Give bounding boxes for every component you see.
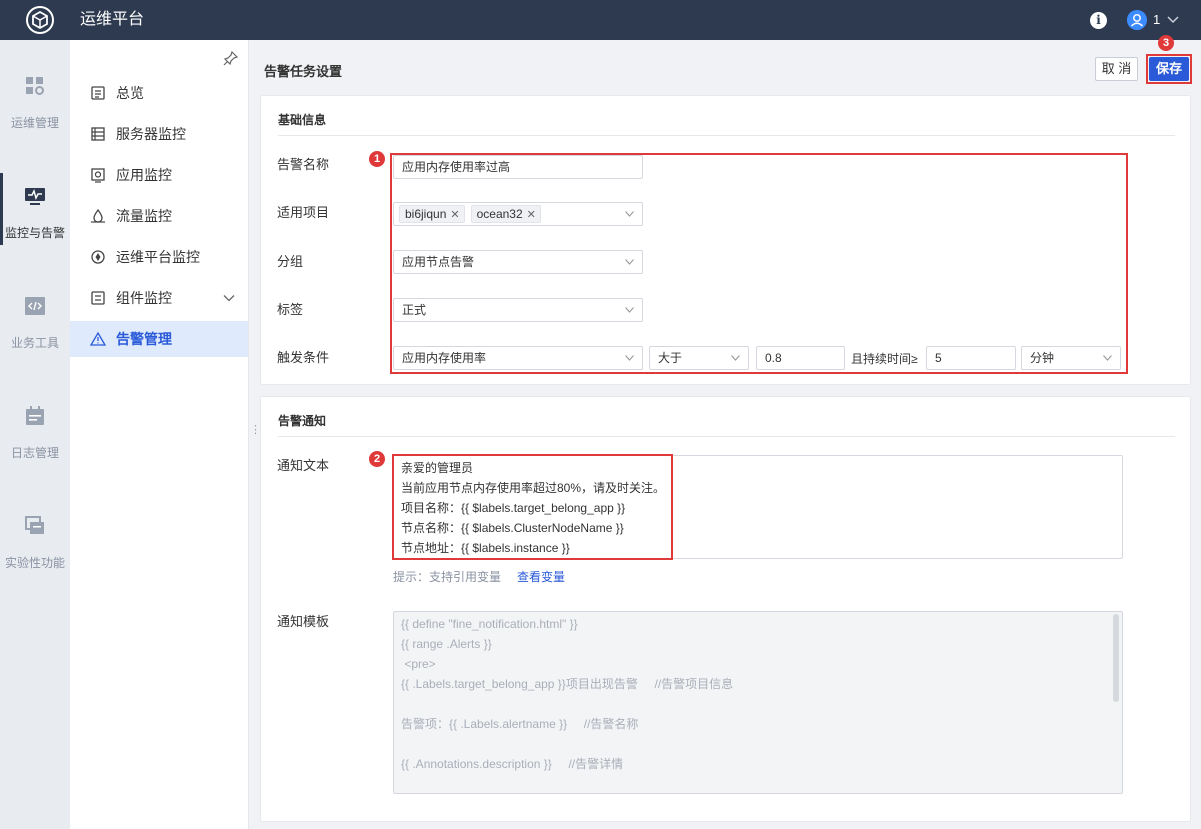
chevron-down-icon[interactable] <box>1167 13 1179 25</box>
user-avatar-icon[interactable] <box>1127 10 1147 30</box>
sidebar: 总览 服务器监控 应用监控 流量监控 运维平台监控 组件监控 告警管理 <box>70 40 249 829</box>
annotation-badge: 2 <box>369 451 385 467</box>
divider <box>278 135 1175 136</box>
field-label: 通知模板 <box>277 614 330 629</box>
grid-icon <box>26 77 44 95</box>
field-label: 适用项目 <box>277 205 330 220</box>
sidebar-item-label: 总览 <box>116 85 144 101</box>
platform-icon <box>91 250 105 264</box>
calendar-icon <box>26 406 44 425</box>
template-line: 告警项：{{ .Labels.alertname }} //告警名称 <box>401 717 639 731</box>
rail-item-ops[interactable]: 运维管理 <box>0 75 70 185</box>
resize-handle[interactable]: ⋮⋮ <box>250 425 271 441</box>
rail-item-monitor[interactable]: 监控与告警 <box>0 173 70 295</box>
logo-icon[interactable] <box>26 6 54 34</box>
sidebar-item-alert-management[interactable]: 告警管理 <box>70 321 248 357</box>
variable-hint: 提示：支持引用变量 <box>393 570 502 584</box>
traffic-icon <box>91 208 105 223</box>
overview-icon <box>91 86 105 100</box>
rail-item-logs[interactable]: 日志管理 <box>0 405 70 515</box>
field-label: 标签 <box>277 302 304 317</box>
app-monitor-icon <box>91 168 105 183</box>
server-icon <box>91 127 105 141</box>
top-bar: 运维平台 i 1 <box>0 0 1201 40</box>
sidebar-item-server-monitor[interactable]: 服务器监控 <box>70 116 248 152</box>
cancel-button[interactable]: 取 消 <box>1095 57 1138 81</box>
highlight-box-basic <box>390 153 1128 374</box>
user-name[interactable]: 1 <box>1153 12 1160 28</box>
sidebar-item-label: 告警管理 <box>116 331 172 347</box>
chevron-down-icon[interactable] <box>222 291 236 305</box>
sidebar-item-label: 服务器监控 <box>116 126 186 142</box>
sidebar-item-platform-monitor[interactable]: 运维平台监控 <box>70 239 248 275</box>
rail-label: 监控与告警 <box>4 226 65 240</box>
sidebar-item-label: 组件监控 <box>116 290 172 306</box>
section-title: 告警通知 <box>278 414 327 428</box>
rail-item-lab[interactable]: 实验性功能 <box>0 515 70 625</box>
field-label: 告警名称 <box>277 157 330 172</box>
template-line: {{ .Annotations.description }} //告警详情 <box>401 757 624 771</box>
field-label: 通知文本 <box>277 458 330 473</box>
rail-label: 日志管理 <box>10 446 59 460</box>
sidebar-item-label: 运维平台监控 <box>116 249 200 265</box>
template-line: <pre> <box>401 657 436 671</box>
field-label: 分组 <box>277 254 304 269</box>
rail-label: 业务工具 <box>10 336 59 350</box>
info-icon[interactable]: i <box>1090 12 1107 29</box>
window-icon <box>25 516 44 534</box>
highlight-box-notify <box>392 454 673 560</box>
annotation-badge: 3 <box>1158 35 1174 51</box>
left-rail: 运维管理 监控与告警 业务工具 日志管理 实验性功能 <box>0 40 70 829</box>
sidebar-item-traffic-monitor[interactable]: 流量监控 <box>70 198 248 234</box>
app-title: 运维平台 <box>80 11 145 28</box>
template-line: {{ range .Alerts }} <box>401 637 492 651</box>
component-icon <box>91 291 105 305</box>
view-variables-link[interactable]: 查看变量 <box>517 570 565 584</box>
section-title: 基础信息 <box>278 113 327 127</box>
sidebar-item-label: 应用监控 <box>116 167 172 183</box>
sidebar-item-label: 流量监控 <box>116 208 172 224</box>
scrollbar[interactable] <box>1113 614 1119 702</box>
divider <box>278 436 1175 437</box>
sidebar-item-overview[interactable]: 总览 <box>70 75 248 111</box>
rail-label: 实验性功能 <box>4 556 65 570</box>
save-button[interactable]: 保存 <box>1149 57 1189 81</box>
rail-label: 运维管理 <box>10 116 59 130</box>
template-line: {{ define "fine_notification.html" }} <box>401 617 578 631</box>
rail-item-tools[interactable]: 业务工具 <box>0 295 70 405</box>
annotation-badge: 1 <box>369 151 385 167</box>
sidebar-item-app-monitor[interactable]: 应用监控 <box>70 157 248 193</box>
page-title: 告警任务设置 <box>264 64 343 79</box>
template-line: {{ .Labels.target_belong_app }}项目出现告警 //… <box>401 677 734 691</box>
code-icon <box>25 297 45 315</box>
field-label: 触发条件 <box>277 350 330 365</box>
sidebar-item-component-monitor[interactable]: 组件监控 <box>70 280 248 316</box>
warning-icon <box>90 331 106 346</box>
pin-icon[interactable] <box>223 50 239 66</box>
monitor-icon <box>25 188 45 205</box>
